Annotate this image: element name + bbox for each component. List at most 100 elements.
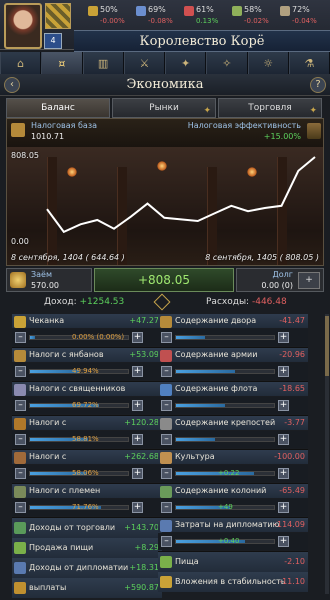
row-name: Доходы от дипломатии xyxy=(29,563,129,572)
row-header: Продажа пищи +8.29 xyxy=(12,538,162,558)
tab-military-icon[interactable]: ⚔ xyxy=(123,52,165,74)
row-value: +18.31 xyxy=(129,563,159,572)
decrease-button[interactable]: – xyxy=(15,366,26,377)
increase-button[interactable]: + xyxy=(278,366,289,377)
increase-button[interactable]: + xyxy=(278,536,289,547)
income-row[interactable]: Доходы от торговли +143.70 xyxy=(12,518,162,538)
balance-panel: Налоговая база 1010.71 Налоговая эффекти… xyxy=(6,118,324,266)
stat-2[interactable]: 61% 0.13% xyxy=(184,3,224,31)
tax-efficiency-icon[interactable] xyxy=(307,123,321,139)
decrease-button[interactable]: – xyxy=(161,332,172,343)
take-loan-button[interactable]: + xyxy=(298,272,320,289)
scrollbar-thumb[interactable] xyxy=(325,316,329,376)
help-button[interactable]: ? xyxy=(310,77,326,93)
category-icon xyxy=(14,452,26,464)
decrease-button[interactable]: – xyxy=(15,400,26,411)
expense-row[interactable]: Затраты на дипломатию -114.09 – + +0.40 xyxy=(158,518,308,552)
expense-row[interactable]: Пища -2.10 xyxy=(158,552,308,572)
stat-0[interactable]: 50% -0.00% xyxy=(88,3,128,31)
nation-flag-icon[interactable] xyxy=(45,3,71,29)
row-value: -11.10 xyxy=(279,577,305,586)
scrollbar[interactable] xyxy=(325,314,329,594)
expense-row[interactable]: Содержание колоний -65.49 – + +49 xyxy=(158,484,308,518)
increase-button[interactable]: + xyxy=(278,434,289,445)
rate-slider[interactable] xyxy=(175,437,275,442)
expense-row[interactable]: Вложения в стабильность -11.10 xyxy=(158,572,308,592)
tab-tech-icon[interactable]: ⚗ xyxy=(288,52,330,74)
increase-button[interactable]: + xyxy=(278,400,289,411)
stat-4[interactable]: 72% -0.04% xyxy=(280,3,320,31)
row-header: Налоги с +262.68 xyxy=(12,450,162,464)
loan-label: Заём xyxy=(31,270,52,279)
income-row[interactable]: Налоги с +262.68 – +58.06% xyxy=(12,450,162,484)
tax-base-label: Налоговая база xyxy=(31,121,97,130)
loan-box[interactable]: Заём 570.00 xyxy=(6,268,92,292)
row-percent: 58.06% xyxy=(72,469,99,477)
income-row[interactable]: Налоги с янбанов +53.09 – +49.94% xyxy=(12,348,162,382)
debt-label: Долг xyxy=(272,270,293,279)
income-row[interactable]: Налоги с +120.28 – +58.81% xyxy=(12,416,162,450)
tab-diplomacy-icon[interactable]: ✦ xyxy=(165,52,207,74)
decrease-button[interactable]: – xyxy=(15,502,26,513)
income-row[interactable]: Налоги с священников – +69.72% xyxy=(12,382,162,416)
tax-base-icon xyxy=(11,123,25,137)
tab-culture-icon[interactable]: ☼ xyxy=(247,52,289,74)
stat-icon xyxy=(280,6,290,16)
income-row[interactable]: выплаты +590.87 xyxy=(12,578,162,598)
decrease-button[interactable]: – xyxy=(15,434,26,445)
expense-row[interactable]: Культура -100.00 – + +0.22 xyxy=(158,450,308,484)
back-button[interactable]: ‹ xyxy=(4,77,20,93)
row-percent: 49.94% xyxy=(72,367,99,375)
increase-button[interactable]: + xyxy=(132,400,143,411)
stat-delta: 0.13% xyxy=(196,17,219,25)
decrease-button[interactable]: – xyxy=(161,434,172,445)
rate-slider[interactable] xyxy=(175,403,275,408)
expense-row[interactable]: Содержание крепостей -3.77– + xyxy=(158,416,308,450)
rate-slider[interactable] xyxy=(175,335,275,340)
expense-row[interactable]: Содержание армии -20.96– + xyxy=(158,348,308,382)
debt-box: Долг 0.00 (0) + xyxy=(236,268,324,292)
tax-eff-label: Налоговая эффективность xyxy=(187,121,301,130)
slider-control: – +71.76% xyxy=(12,499,162,516)
increase-button[interactable]: + xyxy=(132,366,143,377)
increase-button[interactable]: + xyxy=(132,502,143,513)
row-header: Налоги с +120.28 xyxy=(12,416,162,430)
row-value: +47.27 xyxy=(129,316,159,325)
increase-button[interactable]: + xyxy=(132,332,143,343)
category-icon xyxy=(14,486,26,498)
increase-button[interactable]: + xyxy=(278,502,289,513)
increase-button[interactable]: + xyxy=(278,332,289,343)
rate-slider[interactable] xyxy=(175,369,275,374)
row-name: Содержание колоний xyxy=(175,486,267,495)
tab-religion-icon[interactable]: ✧ xyxy=(206,52,248,74)
stat-1[interactable]: 69% -0.08% xyxy=(136,3,176,31)
tab-home-icon[interactable]: ⌂ xyxy=(0,52,42,74)
tab-buildings-icon[interactable]: ▥ xyxy=(82,52,124,74)
row-header: Пища -2.10 xyxy=(158,552,308,572)
row-name: Налоги с священников xyxy=(29,384,126,393)
decrease-button[interactable]: – xyxy=(161,366,172,377)
expense-row[interactable]: Содержание флота -18.65– + xyxy=(158,382,308,416)
decrease-button[interactable]: – xyxy=(161,400,172,411)
income-row[interactable]: Налоги с племен – +71.76% xyxy=(12,484,162,518)
income-row[interactable]: Продажа пищи +8.29 xyxy=(12,538,162,558)
row-header: выплаты +590.87 xyxy=(12,578,162,598)
tab-balance[interactable]: Баланс xyxy=(6,98,110,118)
income-row[interactable]: Доходы от дипломатии +18.31 xyxy=(12,558,162,578)
tab-markets[interactable]: Рынки ✦ xyxy=(112,98,216,118)
decrease-button[interactable]: – xyxy=(15,468,26,479)
increase-button[interactable]: + xyxy=(278,468,289,479)
tab-economy-icon[interactable]: ¤ xyxy=(41,52,83,74)
ruler-portrait[interactable] xyxy=(4,3,42,49)
section-title: Экономика xyxy=(126,77,204,92)
increase-button[interactable]: + xyxy=(132,468,143,479)
decrease-button[interactable]: – xyxy=(161,536,172,547)
decrease-button[interactable]: – xyxy=(15,332,26,343)
expense-row[interactable]: Содержание двора -41.47– + xyxy=(158,314,308,348)
income-row[interactable]: Чеканка +47.27 – +0.00% (0.00%) xyxy=(12,314,162,348)
decrease-button[interactable]: – xyxy=(161,502,172,513)
increase-button[interactable]: + xyxy=(132,434,143,445)
decrease-button[interactable]: – xyxy=(161,468,172,479)
tab-trade[interactable]: Торговля ✦ xyxy=(218,98,322,118)
stat-3[interactable]: 58% -0.02% xyxy=(232,3,272,31)
